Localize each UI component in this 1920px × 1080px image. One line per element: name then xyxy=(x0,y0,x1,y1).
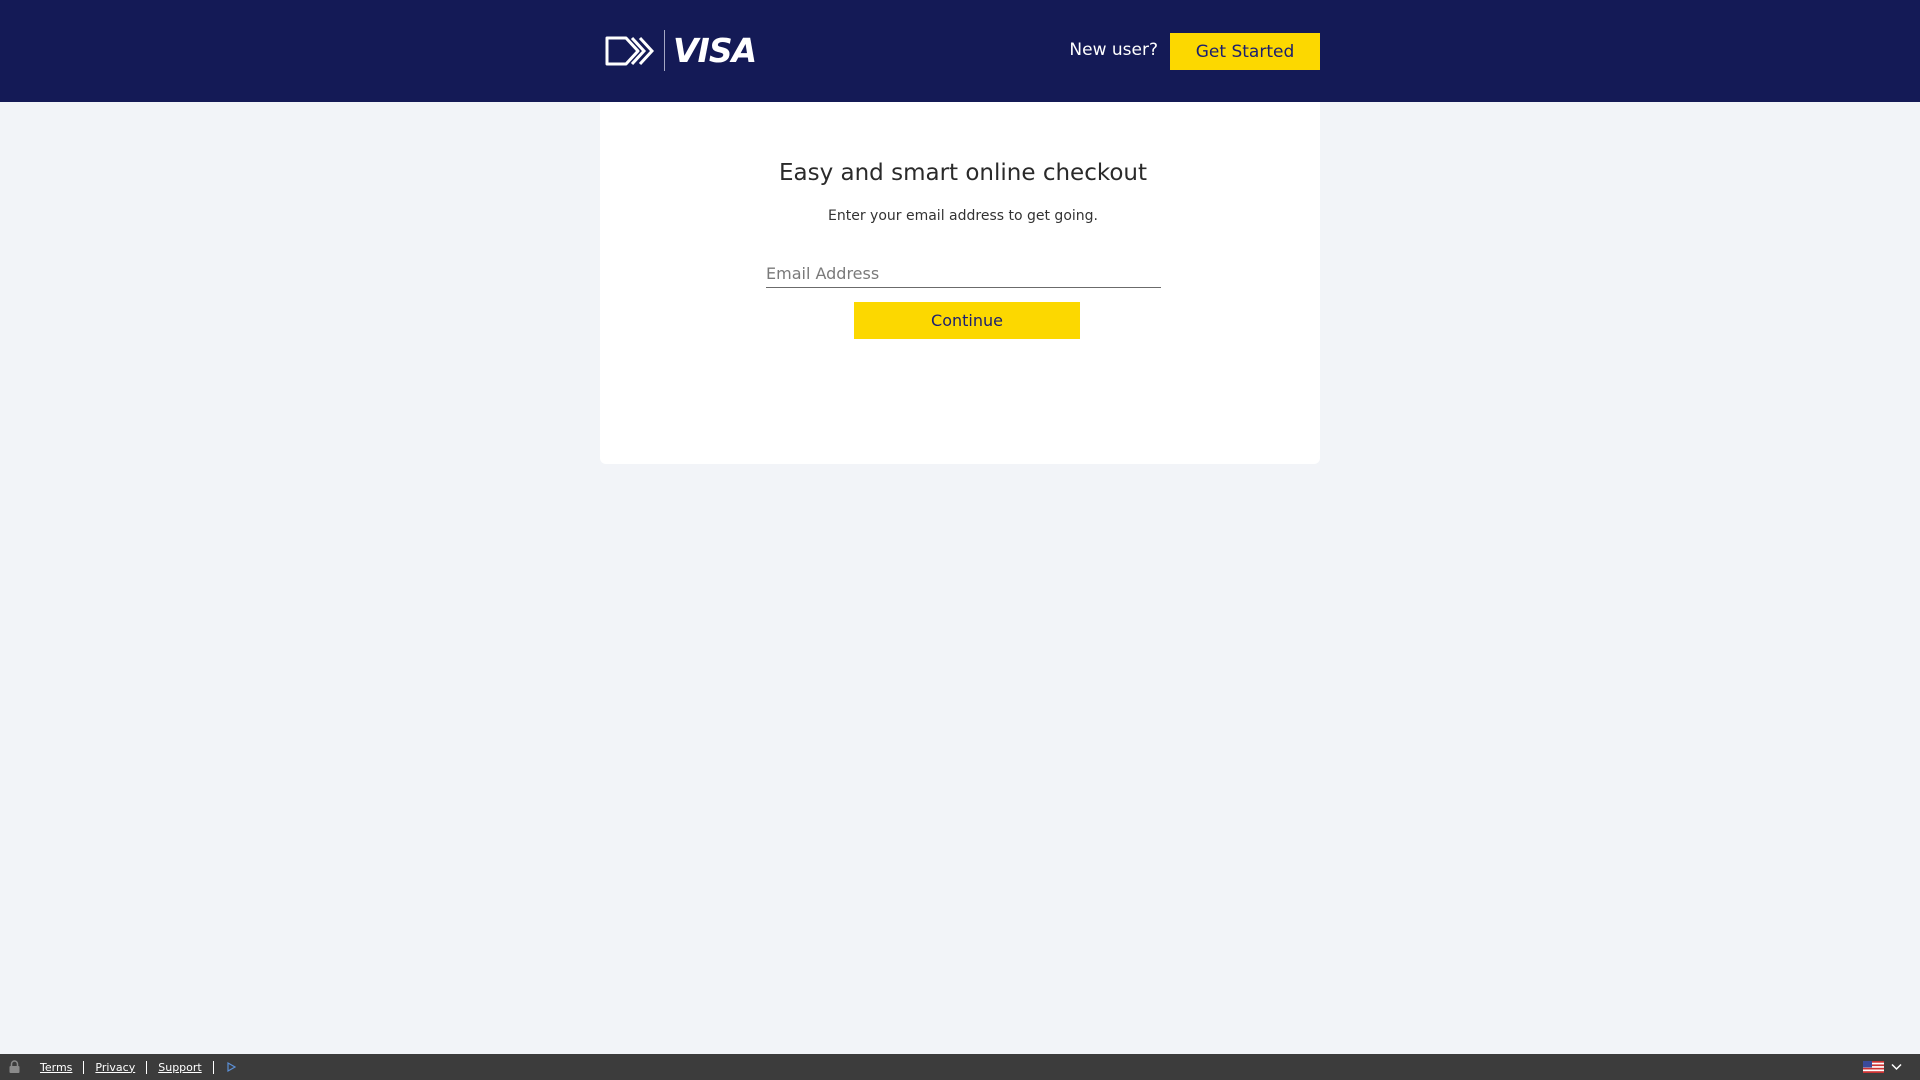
support-link[interactable]: Support xyxy=(158,1061,201,1074)
page-subtitle: Enter your email address to get going. xyxy=(828,208,1098,224)
header-inner: VISA New user? Get Started xyxy=(600,0,1320,102)
email-field[interactable] xyxy=(766,254,1161,288)
logo-divider xyxy=(664,30,665,71)
visa-logo: VISA xyxy=(673,31,757,70)
chevron-down-icon[interactable] xyxy=(1891,1063,1902,1071)
top-header: VISA New user? Get Started xyxy=(0,0,1920,102)
page-title: Easy and smart online checkout xyxy=(778,160,1148,186)
privacy-link[interactable]: Privacy xyxy=(95,1061,135,1074)
continue-button[interactable]: Continue xyxy=(854,302,1080,339)
checkout-card: Easy and smart online checkout Enter you… xyxy=(600,102,1320,464)
lock-icon xyxy=(9,1060,20,1073)
terms-link[interactable]: Terms xyxy=(40,1061,72,1074)
footer-links: Terms Privacy Support xyxy=(40,1054,236,1080)
footer-separator xyxy=(146,1060,148,1074)
footer-separator xyxy=(212,1060,214,1074)
new-user-label: New user? xyxy=(1069,40,1158,60)
get-started-button[interactable]: Get Started xyxy=(1170,33,1320,70)
logo-group: VISA xyxy=(604,30,757,71)
us-flag-icon[interactable] xyxy=(1863,1061,1884,1073)
footer-bar: Terms Privacy Support xyxy=(0,1054,1920,1080)
play-icon[interactable] xyxy=(227,1062,236,1072)
footer-separator xyxy=(83,1060,85,1074)
click-to-pay-icon xyxy=(605,36,654,65)
